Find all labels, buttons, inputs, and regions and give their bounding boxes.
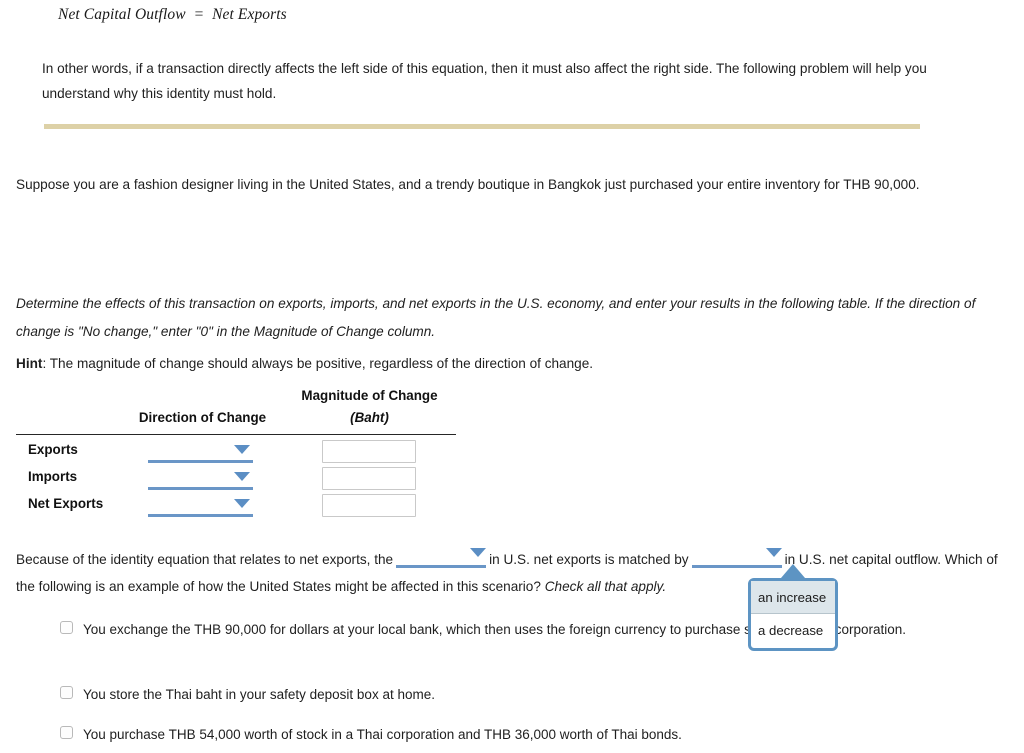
worksheet-page: Net Capital Outflow = Net Exports In oth…: [0, 0, 1024, 753]
magnitude-input-net-exports[interactable]: [322, 494, 416, 517]
choice-item-2: You store the Thai baht in your safety d…: [60, 682, 960, 708]
because-part2: in U.S. net exports is matched by: [489, 552, 689, 567]
direction-dropdown-popup: an increase a decrease: [748, 564, 838, 651]
checkbox-choice-2[interactable]: [60, 686, 73, 699]
effects-table: Magnitude of Change (Baht) Direction of …: [0, 388, 470, 432]
chevron-down-icon: [234, 445, 250, 454]
dropdown-underline: [148, 487, 253, 490]
choice-item-3: You purchase THB 54,000 worth of stock i…: [60, 722, 960, 748]
table-row-net-exports: Net Exports: [0, 494, 470, 522]
direction-dropdown-imports[interactable]: [148, 468, 253, 492]
header-direction-of-change: Direction of Change: [138, 410, 267, 425]
section-divider: [44, 124, 920, 129]
header-magnitude-unit: (Baht): [350, 410, 389, 425]
hint-line: Hint: The magnitude of change should alw…: [16, 354, 593, 374]
dropdown-underline: [396, 565, 487, 568]
identity-question-paragraph: Because of the identity equation that re…: [16, 546, 1016, 600]
scenario-paragraph: Suppose you are a fashion designer livin…: [16, 177, 920, 192]
chevron-down-icon: [234, 499, 250, 508]
table-header: Magnitude of Change (Baht) Direction of …: [0, 388, 470, 432]
chevron-down-icon: [234, 472, 250, 481]
magnitude-input-exports[interactable]: [322, 440, 416, 463]
intro-paragraph: In other words, if a transaction directl…: [42, 61, 927, 101]
table-row-exports: Exports: [0, 440, 470, 468]
row-label-imports: Imports: [28, 469, 78, 484]
direction-dropdown-exports[interactable]: [148, 441, 253, 465]
dropdown-underline: [691, 565, 782, 568]
row-label-net-exports: Net Exports: [28, 496, 104, 511]
dropdown-underline: [148, 514, 253, 517]
popup-caret-icon: [781, 564, 805, 578]
hint-label: Hint: [16, 356, 43, 371]
instructions-paragraph: Determine the effects of this transactio…: [16, 296, 976, 339]
because-part1: Because of the identity equation that re…: [16, 552, 394, 567]
choice-label-3: You purchase THB 54,000 worth of stock i…: [83, 727, 682, 742]
check-all-that-apply-text: Check all that apply.: [544, 579, 667, 594]
hint-text: : The magnitude of change should always …: [42, 356, 594, 371]
row-label-exports: Exports: [28, 442, 78, 457]
magnitude-input-imports[interactable]: [322, 467, 416, 490]
identity-equation: Net Capital Outflow = Net Exports: [58, 6, 287, 23]
table-row-imports: Imports: [0, 467, 470, 495]
dropdown-underline: [148, 460, 253, 463]
inline-dropdown-net-exports-direction[interactable]: [396, 548, 487, 568]
inline-dropdown-net-capital-outflow-direction[interactable]: [691, 548, 782, 568]
table-header-rule: [16, 434, 456, 435]
choice-label-2: You store the Thai baht in your safety d…: [83, 687, 435, 702]
header-magnitude-of-change: Magnitude of Change: [301, 388, 438, 403]
popup-option-a-decrease[interactable]: a decrease: [751, 614, 835, 647]
checkbox-choice-3[interactable]: [60, 726, 73, 739]
chevron-down-icon: [470, 548, 487, 557]
direction-dropdown-net-exports[interactable]: [148, 495, 253, 519]
chevron-down-icon: [765, 548, 782, 557]
checkbox-choice-1[interactable]: [60, 621, 73, 634]
popup-option-an-increase[interactable]: an increase: [751, 581, 835, 614]
